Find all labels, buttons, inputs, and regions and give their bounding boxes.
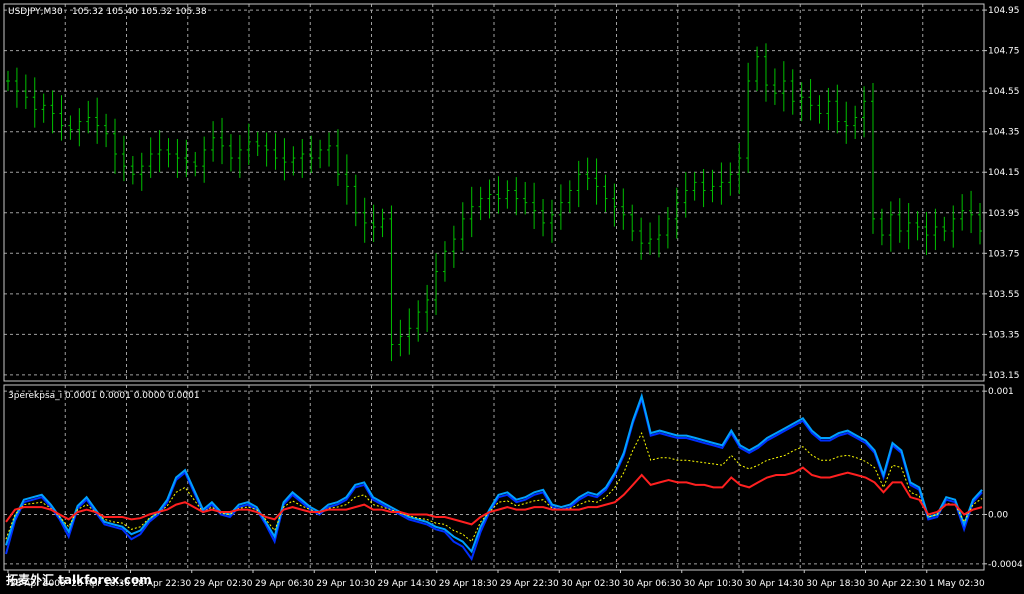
price-tick-label: 103.35 <box>988 330 1020 340</box>
ohlc-header: 105.32 105.40 105.32 105.38 <box>72 7 207 17</box>
time-tick-label: 30 Apr 06:30 <box>623 579 682 589</box>
time-tick-label: 29 Apr 22:30 <box>500 579 559 589</box>
time-tick-label: 1 May 02:30 <box>929 579 985 589</box>
indicator-tick-label: -0.0004 <box>988 560 1023 570</box>
time-tick-label: 29 Apr 02:30 <box>194 579 253 589</box>
price-tick-label: 104.95 <box>988 6 1020 16</box>
price-tick-label: 104.75 <box>988 47 1020 57</box>
symbol-title: USDJPY,M30 <box>8 7 63 17</box>
indicator-tick-label: 0.00 <box>988 511 1008 521</box>
time-tick-label: 29 Apr 18:30 <box>439 579 498 589</box>
price-tick-label: 103.95 <box>988 209 1020 219</box>
price-tick-label: 104.55 <box>988 87 1020 97</box>
watermark: 拓麦外汇 talkforex.com <box>6 572 152 587</box>
time-tick-label: 30 Apr 10:30 <box>684 579 743 589</box>
price-tick-label: 103.15 <box>988 371 1020 381</box>
trading-chart: 104.95 104.75 104.55 104.35 104.15 103.95 103.… <box>0 0 1024 594</box>
indicator-tick-label: 0.001 <box>988 387 1014 397</box>
price-tick-label: 104.15 <box>988 168 1020 178</box>
time-tick-label: 30 Apr 18:30 <box>806 579 865 589</box>
time-tick-label: 29 Apr 14:30 <box>378 579 437 589</box>
price-tick-label: 103.55 <box>988 290 1020 300</box>
time-tick-label: 30 Apr 02:30 <box>561 579 620 589</box>
time-tick-label: 30 Apr 14:30 <box>745 579 804 589</box>
time-tick-label: 30 Apr 22:30 <box>868 579 927 589</box>
price-tick-label: 104.35 <box>988 128 1020 138</box>
chart-background <box>0 0 1024 594</box>
time-tick-label: 29 Apr 06:30 <box>255 579 314 589</box>
time-tick-label: 29 Apr 10:30 <box>316 579 375 589</box>
price-tick-label: 103.75 <box>988 249 1020 259</box>
indicator-title: 3perekpsa_i 0.0001 0.0001 0.0000 0.0001 <box>8 391 200 401</box>
